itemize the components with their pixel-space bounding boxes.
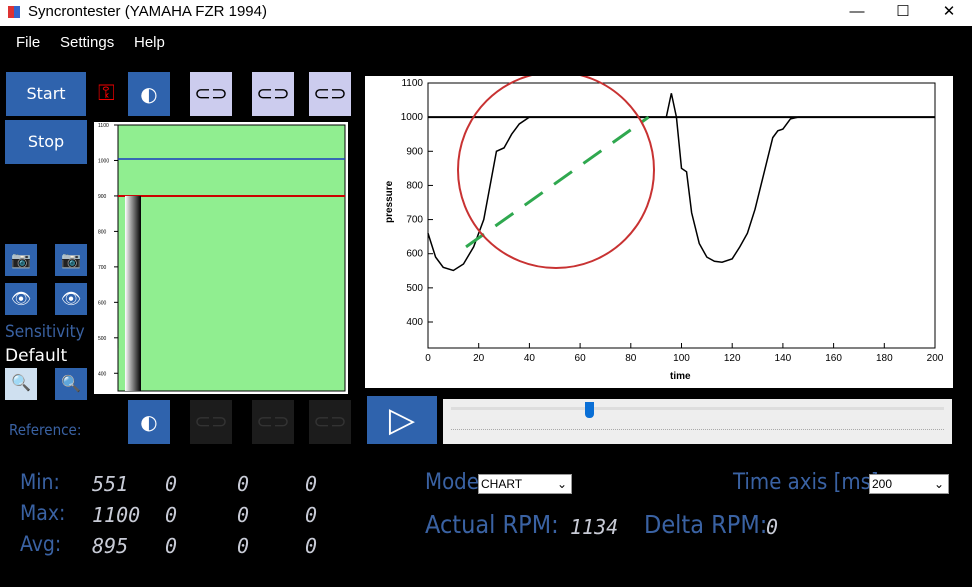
reference-channel-3[interactable]: ⊂⊃ — [252, 400, 294, 444]
actual-rpm-value: 1134 — [570, 515, 619, 539]
eye-icon[interactable]: 👁 — [5, 283, 37, 315]
time-slider[interactable] — [443, 399, 952, 444]
stat-value: 0 — [237, 503, 250, 527]
eye-icon[interactable]: 👁 — [55, 283, 87, 315]
sensitivity-label: Sensitivity — [5, 322, 85, 342]
y-tick-label: 600 — [406, 249, 423, 260]
reference-channel-4[interactable]: ⊂⊃ — [309, 400, 351, 444]
actual-rpm-label: Actual RPM: — [425, 510, 559, 539]
pressure-chart: 1100 1000 900 800 700 600 500 400 0 20 40 60 80 100 12… — [365, 76, 953, 388]
reference-channel-1[interactable]: ◐ — [128, 400, 170, 444]
x-tick-label: 0 — [425, 353, 431, 364]
time-axis-value: 200 — [872, 477, 893, 491]
x-axis-label: time — [670, 371, 691, 382]
mode-label: Mode: — [425, 470, 486, 495]
menu-settings[interactable]: Settings — [60, 34, 114, 51]
x-tick-label: 100 — [673, 353, 690, 364]
y-tick-label: 800 — [406, 180, 423, 191]
x-tick-label: 40 — [524, 353, 536, 364]
y-tick-label: 1100 — [401, 78, 423, 89]
stat-label: Min: — [20, 470, 60, 494]
y-tick-label: 1100 — [98, 123, 109, 129]
x-tick-label: 80 — [625, 353, 637, 364]
x-tick-label: 140 — [775, 353, 792, 364]
stat-value: 0 — [305, 534, 318, 558]
app-icon — [8, 6, 20, 18]
delta-rpm-value: 0 — [766, 515, 779, 539]
y-axis-label: pressure — [384, 180, 395, 223]
stat-value: 0 — [165, 472, 178, 496]
reference-label: Reference: — [9, 421, 82, 439]
mode-value: CHART — [481, 477, 523, 491]
usb-icon: ⚿ — [98, 80, 115, 105]
y-tick-label: 700 — [406, 215, 423, 226]
y-tick-label: 800 — [98, 229, 107, 235]
camera-icon[interactable]: 📷 — [55, 244, 87, 276]
stat-value: 0 — [237, 472, 250, 496]
y-tick-label: 1000 — [98, 158, 109, 164]
stat-value: 0 — [165, 534, 178, 558]
y-tick-label: 600 — [98, 300, 107, 306]
channel-3-toggle[interactable]: ⊂⊃ — [252, 72, 294, 116]
sensitivity-value: Default — [5, 346, 68, 366]
channel-1-toggle[interactable]: ◐ — [128, 72, 170, 116]
y-tick-label: 400 — [98, 371, 107, 377]
window-title: Syncrontester (YAMAHA FZR 1994) — [28, 3, 267, 20]
zoom-out-icon[interactable]: 🔍 — [5, 368, 37, 400]
stat-value: 895 — [92, 534, 129, 558]
zoom-in-icon[interactable]: 🔍 — [55, 368, 87, 400]
delta-rpm-label: Delta RPM: — [644, 510, 768, 539]
x-tick-label: 120 — [724, 353, 741, 364]
maximize-button[interactable]: ☐ — [880, 0, 926, 26]
close-button[interactable]: ✕ — [926, 0, 972, 26]
start-button[interactable]: Start — [6, 72, 86, 116]
time-axis-label: Time axis [ms]: — [733, 470, 886, 495]
play-button[interactable]: ▷ — [367, 396, 437, 444]
stat-label: Avg: — [20, 532, 62, 556]
y-tick-label: 700 — [98, 265, 107, 271]
x-tick-label: 60 — [575, 353, 587, 364]
title-bar: Syncrontester (YAMAHA FZR 1994) — ☐ ✕ — [0, 0, 972, 26]
stat-value: 551 — [92, 472, 129, 496]
y-tick-label: 500 — [406, 283, 423, 294]
menu-help[interactable]: Help — [134, 34, 165, 51]
slider-thumb[interactable] — [585, 402, 595, 418]
y-tick-label: 900 — [98, 194, 107, 200]
y-tick-label: 400 — [406, 317, 423, 328]
channel-4-toggle[interactable]: ⊂⊃ — [309, 72, 351, 116]
x-tick-label: 200 — [927, 353, 944, 364]
reference-channel-2[interactable]: ⊂⊃ — [190, 400, 232, 444]
stat-value: 0 — [237, 534, 250, 558]
stop-button[interactable]: Stop — [5, 120, 87, 164]
stat-label: Max: — [20, 501, 66, 525]
time-axis-select[interactable]: 200 ⌄ — [869, 474, 949, 494]
camera-icon[interactable]: 📷 — [5, 244, 37, 276]
x-tick-label: 20 — [473, 353, 485, 364]
stat-value: 0 — [165, 503, 178, 527]
minimize-button[interactable]: — — [834, 0, 880, 26]
stat-value: 0 — [305, 472, 318, 496]
x-tick-label: 180 — [876, 353, 893, 364]
x-tick-label: 160 — [825, 353, 842, 364]
channel-2-toggle[interactable]: ⊂⊃ — [190, 72, 232, 116]
stat-value: 1100 — [92, 503, 141, 527]
y-tick-label: 1000 — [401, 112, 424, 123]
level-bar-chart: 1100 1000 900 800 700 600 500 400 — [94, 122, 348, 394]
mode-select[interactable]: CHART ⌄ — [478, 474, 572, 494]
stat-value: 0 — [305, 503, 318, 527]
y-tick-label: 500 — [98, 336, 107, 342]
level-bar — [125, 195, 141, 391]
menu-file[interactable]: File — [16, 34, 40, 51]
y-tick-label: 900 — [406, 146, 423, 157]
